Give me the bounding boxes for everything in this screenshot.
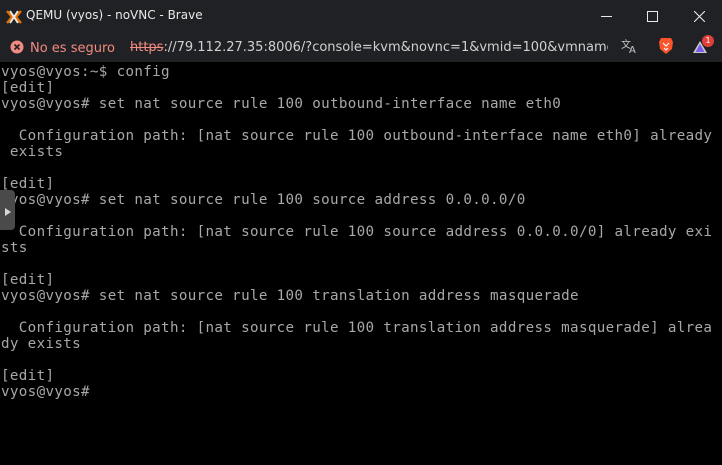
maximize-icon [646,11,658,22]
terminal-line: [edit] [1,272,55,288]
browser-window: QEMU (vyos) - noVNC - Brave No es seguro… [0,0,722,465]
security-indicator[interactable]: No es seguro [10,39,115,57]
warning-circle-icon [10,39,24,58]
close-button[interactable] [676,0,722,33]
translate-button[interactable]: 文 A [620,38,640,58]
novnc-sidebar-handle[interactable] [0,190,15,230]
terminal-line: Configuration path: [nat source rule 100… [1,320,713,336]
terminal-line: Configuration path: [nat source rule 100… [1,224,713,240]
window-title: QEMU (vyos) - noVNC - Brave [26,8,203,22]
minimize-button[interactable] [583,0,629,33]
security-label: No es seguro [30,40,115,56]
terminal-line: sts [1,240,28,256]
title-bar[interactable]: QEMU (vyos) - noVNC - Brave [0,0,722,33]
url-text: ://79.112.27.35:8006/?console=kvm&novnc=… [163,40,608,55]
terminal-line: [edit] [1,80,55,96]
vnc-console[interactable]: vyos@vyos:~$ config [edit] vyos@vyos# se… [0,62,722,465]
terminal-line: vyos@vyos# set nat source rule 100 sourc… [1,192,526,208]
proxmox-x-icon [6,9,22,24]
url-field[interactable]: https://79.112.27.35:8006/?console=kvm&n… [130,40,608,55]
terminal-line: vyos@vyos# [1,384,90,400]
brave-shields-button[interactable] [656,38,676,58]
maximize-button[interactable] [629,0,675,33]
url-scheme: https [130,40,164,55]
address-bar: No es seguro https://79.112.27.35:8006/?… [0,33,722,62]
close-icon [693,11,705,22]
terminal-line: dy exists [1,336,82,352]
notification-badge: 1 [702,35,714,47]
brave-lion-icon [658,37,674,59]
terminal-line: vyos@vyos:~$ config [1,64,170,80]
svg-text:A: A [629,45,636,54]
translate-icon: 文 A [621,38,639,58]
terminal-line: vyos@vyos# set nat source rule 100 outbo… [1,96,562,112]
terminal-line: vyos@vyos# set nat source rule 100 trans… [1,288,579,304]
terminal-line: [edit] [1,368,55,384]
terminal-line: exists [1,144,64,160]
chevron-right-icon [4,201,11,220]
minimize-icon [600,11,612,22]
terminal-line: Configuration path: [nat source rule 100… [1,128,713,144]
